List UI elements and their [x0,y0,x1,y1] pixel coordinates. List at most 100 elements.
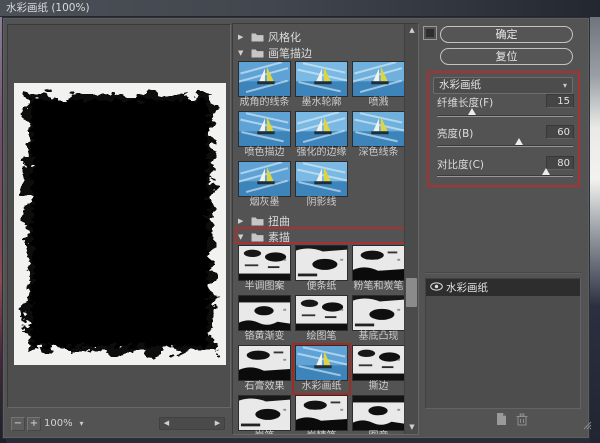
fiber-length-value[interactable]: 15 [546,94,574,108]
filter-thumb-label: 炭精笔 [294,431,349,434]
filter-thumbnail [352,61,405,97]
brightness-slider[interactable] [437,145,573,147]
filter-thumb-便条纸[interactable]: 便条纸 [294,245,349,293]
filter-thumbnail [295,61,348,97]
filter-list-scrollbar[interactable]: ▲ ▼ [404,24,418,434]
fiber-length-slider-thumb[interactable] [468,108,476,115]
filter-select-dropdown[interactable]: ▾ 水彩画纸 [433,77,573,94]
fiber-length-slider[interactable] [437,115,573,117]
filter-thumb-label: 基底凸现 [351,331,405,343]
filter-thumbnail [295,345,348,381]
filter-thumb-label: 喷溅 [351,97,405,109]
filter-thumbnail [238,295,291,331]
preview-image[interactable] [14,83,226,365]
folder-icon [251,32,264,42]
category-header-0[interactable]: ▶ 风格化 [238,29,405,44]
filter-thumb-强化的边缘[interactable]: 强化的边缘 [294,111,349,159]
category-header-2[interactable]: ▶扭曲 [238,213,405,228]
filter-thumbnail [295,161,348,197]
filter-thumbnail [295,111,348,147]
filter-thumb-label: 成角的线条 [237,97,292,109]
filter-thumb-label: 炭笔 [237,431,292,434]
filter-thumb-铬黄渐变[interactable]: 铬黄渐变 [237,295,292,343]
filter-thumb-基底凸现[interactable]: 基底凸现 [351,295,405,343]
filter-thumb-深色线条[interactable]: 深色线条 [351,111,405,159]
folder-icon [251,232,264,242]
thumbnail-grid: 半调图案便条纸粉笔和炭笔铬黄渐变绘图笔基底凸现石膏效果水彩画纸撕边炭笔炭精笔图章 [236,245,405,434]
ok-button[interactable]: 确定 [440,26,573,43]
zoom-in-button[interactable]: + [27,417,41,431]
triangle-right-icon: ▶ [238,33,247,41]
filter-thumb-烟灰墨[interactable]: 烟灰墨 [237,161,292,209]
filter-list-content: ▶ 风格化 ▼ 画笔描边成角的线条墨水轮廓喷溅喷色描边强化的边缘深色线条烟灰墨阴影线 ▶… [233,24,405,434]
filter-thumbnail [352,395,405,431]
filter-gallery-dialog: − + 100% ▾ ◀ ▶ ▶风格化▼画笔描边成角的线条墨水轮廓喷溅喷色描边强… [2,17,590,439]
filter-thumb-label: 水彩画纸 [294,381,349,393]
scroll-up-icon[interactable]: ▲ [405,24,419,37]
filter-thumb-图章[interactable]: 图章 [351,395,405,434]
scroll-down-icon[interactable]: ▼ [405,421,419,434]
filter-thumb-炭笔[interactable]: 炭笔 [237,395,292,434]
filter-thumb-label: 喷色描边 [237,147,292,159]
folder-icon [251,216,264,226]
resize-grip[interactable] [583,421,592,430]
thumbnail-grid: 成角的线条墨水轮廓喷溅喷色描边强化的边缘深色线条烟灰墨阴影线 [236,61,405,211]
brightness-slider-thumb[interactable] [515,138,523,145]
reset-button[interactable]: 复位 [440,48,573,65]
zoom-out-button[interactable]: − [11,417,25,431]
category-label: 画笔描边 [268,45,312,61]
filter-thumb-半调图案[interactable]: 半调图案 [237,245,292,293]
effect-layer-row[interactable]: 水彩画纸 [426,279,580,296]
contrast-slider[interactable] [437,175,573,177]
dialog-titlebar: 水彩画纸 (100%) [0,0,600,17]
delete-effect-layer-icon[interactable] [515,412,529,426]
filter-thumbnail [238,245,291,281]
dialog-title: 水彩画纸 (100%) [6,2,90,14]
filter-thumb-label: 图章 [351,431,405,434]
scroll-right-icon[interactable]: ▶ [211,418,224,429]
zoom-dropdown-chevron-icon[interactable]: ▾ [75,417,88,431]
filter-thumb-label: 强化的边缘 [294,147,349,159]
category-header-1[interactable]: ▼ 画笔描边 [238,45,405,60]
visibility-eye-icon[interactable] [426,282,446,294]
filter-thumb-墨水轮廓[interactable]: 墨水轮廓 [294,61,349,109]
filter-thumb-label: 阴影线 [294,197,349,209]
filter-thumb-label: 深色线条 [351,147,405,159]
filter-thumb-水彩画纸[interactable]: 水彩画纸 [294,345,349,393]
filter-thumb-label: 粉笔和炭笔 [351,281,405,293]
filter-thumb-粉笔和炭笔[interactable]: 粉笔和炭笔 [351,245,405,293]
effect-layers-panel: 水彩画纸 [425,278,581,409]
filter-thumb-绘图笔[interactable]: 绘图笔 [294,295,349,343]
contrast-label: 对比度(C) [437,157,484,172]
contrast-slider-thumb[interactable] [542,168,550,175]
filter-thumbnail [238,111,291,147]
filter-thumb-label: 铬黄渐变 [237,331,292,343]
contrast-value[interactable]: 80 [546,156,574,170]
vscroll-thumb[interactable] [406,278,417,307]
panel-separator [425,272,581,274]
preview-horizontal-scrollbar[interactable]: ◀ ▶ [159,417,225,430]
filter-thumb-石膏效果[interactable]: 石膏效果 [237,345,292,393]
collapse-glyph-icon [426,29,434,37]
triangle-down-icon: ▼ [238,49,247,57]
filter-thumb-喷色描边[interactable]: 喷色描边 [237,111,292,159]
brightness-value[interactable]: 60 [546,125,574,139]
filter-thumb-炭精笔[interactable]: 炭精笔 [294,395,349,434]
new-effect-layer-icon[interactable] [494,412,508,426]
filter-thumbnail [295,245,348,281]
filter-thumb-撕边[interactable]: 撕边 [351,345,405,393]
category-label: 风格化 [268,29,301,45]
category-header-3[interactable]: ▼素描 [238,229,405,244]
scroll-left-icon[interactable]: ◀ [160,418,173,429]
folder-icon [251,48,264,58]
filter-thumb-label: 绘图笔 [294,331,349,343]
filter-thumb-label: 撕边 [351,381,405,393]
triangle-down-icon: ▼ [238,233,247,241]
collapse-filter-list-button[interactable] [423,26,437,40]
filter-thumbnail [295,295,348,331]
filter-thumb-成角的线条[interactable]: 成角的线条 [237,61,292,109]
filter-thumb-label: 石膏效果 [237,381,292,393]
filter-thumbnail [352,111,405,147]
filter-thumb-阴影线[interactable]: 阴影线 [294,161,349,209]
filter-thumb-喷溅[interactable]: 喷溅 [351,61,405,109]
